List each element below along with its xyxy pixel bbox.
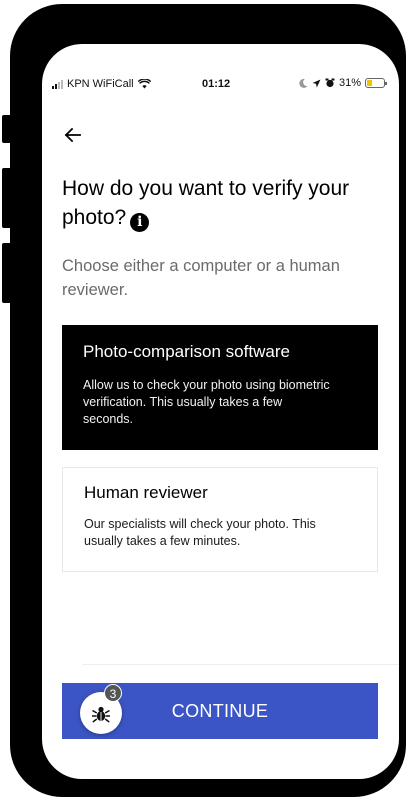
- wifi-icon: [137, 79, 151, 89]
- option-description: Our specialists will check your photo. T…: [84, 517, 316, 548]
- status-time: 01:12: [202, 78, 231, 90]
- battery-level-fill: [367, 80, 372, 86]
- device-frame-stage: KPN WiFiCall 01:12 31% How do you want t…: [0, 0, 408, 801]
- carrier-group: KPN WiFiCall: [52, 78, 151, 90]
- option-title: Human reviewer: [84, 483, 208, 502]
- bug-icon: [92, 706, 110, 723]
- signal-icon: [52, 79, 63, 89]
- alarm-icon: [325, 78, 335, 88]
- phone-frame: KPN WiFiCall 01:12 31% How do you want t…: [10, 4, 406, 797]
- page-title: How do you want to verify your photo? i: [62, 174, 382, 232]
- moon-icon: [299, 78, 308, 88]
- info-icon[interactable]: i: [130, 213, 150, 232]
- page-title-text: How do you want to verify your photo?: [62, 177, 350, 229]
- location-arrow-icon: [312, 79, 321, 87]
- debug-count-badge: 3: [104, 684, 122, 702]
- battery-percentage: 31%: [338, 77, 361, 89]
- option-description: Allow us to check your photo using biome…: [83, 378, 330, 426]
- status-bar: KPN WiFiCall 01:12 31%: [42, 76, 399, 96]
- page-subtitle: Choose either a computer or a human revi…: [62, 257, 340, 299]
- carrier-name: KPN WiFiCall: [67, 78, 134, 90]
- option-human-reviewer[interactable]: Human reviewer Our specialists will chec…: [62, 467, 378, 572]
- battery-icon: [365, 78, 387, 88]
- footer-divider: [82, 664, 399, 665]
- phone-screen: KPN WiFiCall 01:12 31% How do you want t…: [42, 44, 399, 779]
- arrow-left-icon[interactable]: [60, 122, 86, 148]
- option-title: Photo-comparison software: [83, 342, 290, 361]
- option-photo-comparison-software[interactable]: Photo-comparison software Allow us to ch…: [62, 325, 378, 450]
- status-indicators: 31%: [299, 77, 387, 89]
